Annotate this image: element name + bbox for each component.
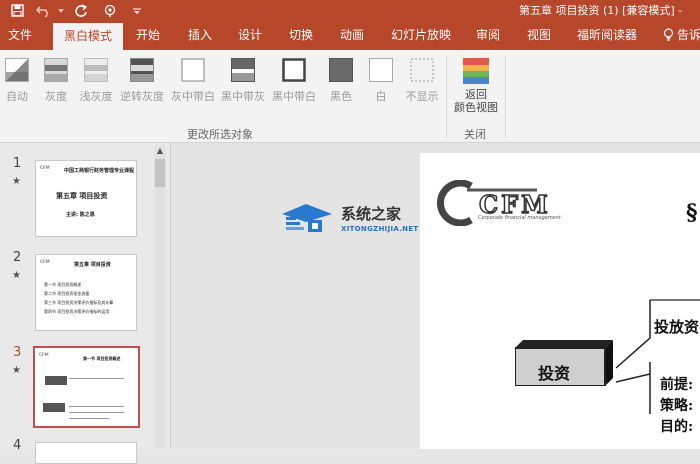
save-icon[interactable] — [6, 0, 28, 21]
slide-thumbnail-3[interactable]: CFM 第一节 项目投资概述 — [33, 346, 140, 428]
grayscale-icon — [44, 58, 68, 82]
thumb-title: 第五章 项目投资 — [74, 262, 111, 268]
tab-review[interactable]: 审阅 — [468, 21, 508, 50]
slide-text-purpose: 目的: — [660, 419, 694, 435]
thumb-line — [69, 418, 109, 419]
scroll-up-icon[interactable]: ▲ — [154, 145, 166, 157]
thumb-subtitle: 主讲: 陈之恩 — [66, 212, 95, 218]
slide-number: 4 — [13, 438, 22, 453]
thumb-line — [69, 406, 124, 407]
group-label-close: 关闭 — [464, 128, 486, 141]
touch-mode-icon[interactable] — [100, 0, 122, 21]
gray-with-white-label: 灰中带白 — [171, 90, 215, 103]
scrollbar-thumb[interactable] — [155, 159, 165, 187]
star-icon: ★ — [12, 176, 21, 187]
slide-number: 3 — [13, 345, 22, 360]
back-to-color-view-button[interactable]: 返回 颜色视图 — [450, 58, 502, 114]
tab-file[interactable]: 文件 — [0, 21, 40, 50]
star-icon: ★ — [12, 270, 21, 281]
thumb-title: 第一节 项目投资概述 — [83, 356, 121, 361]
auto-icon — [5, 58, 29, 82]
redo-icon[interactable] — [70, 0, 92, 21]
back-line-1: 返回 — [465, 88, 487, 101]
thumbnail-scrollbar[interactable]: ▲ — [154, 145, 166, 449]
thumb-line — [69, 378, 124, 379]
ribbon-tab-bar: 文件 黑白模式 开始 插入 设计 切换 动画 幻灯片放映 审阅 视图 福昕阅读器… — [0, 21, 700, 50]
thumb-logo: CFM — [40, 165, 50, 170]
slide-thumbnail-2[interactable]: CFM 第五章 项目投资 第一节 项目投资概述 第二节 项目投资现金流量 第三节… — [35, 254, 137, 331]
black-with-gray-label: 黑中带灰 — [221, 90, 265, 103]
group-label-change-selected: 更改所选对象 — [187, 128, 253, 141]
ribbon-panel: 自动 灰度 浅灰度 逆转灰度 灰中带白 黑中带灰 黑中带白 黑色 白 不显示 更… — [0, 50, 700, 143]
dont-show-label: 不显示 — [405, 90, 439, 103]
inverse-grayscale-label: 逆转灰度 — [120, 90, 164, 103]
tab-home[interactable]: 开始 — [128, 21, 168, 50]
slide-thumbnail-1[interactable]: CFM 中国工商银行财务管理专业课程 第五章 项目投资 主讲: 陈之恩 — [35, 160, 137, 237]
thumb-box — [43, 403, 65, 412]
gray-with-white-button[interactable]: 灰中带白 — [171, 58, 215, 104]
group-separator — [505, 56, 506, 138]
black-with-white-icon — [282, 58, 306, 82]
title-bar: 第五章 项目投资 (1) [兼容模式] - — [0, 0, 700, 21]
tab-animations[interactable]: 动画 — [332, 21, 372, 50]
back-line-2: 颜色视图 — [454, 101, 498, 114]
thumb-item: 第一节 项目投资概述 — [44, 282, 82, 287]
section-mark: § — [686, 200, 698, 226]
thumb-item: 第四节 项目投资决策评价指标的运用 — [44, 309, 110, 314]
tab-foxit-reader[interactable]: 福昕阅读器 — [574, 21, 640, 50]
group-separator — [446, 56, 447, 138]
watermark-url: XITONGZHIJIA.NET — [341, 225, 419, 233]
tab-slideshow[interactable]: 幻灯片放映 — [388, 21, 454, 50]
thumb-logo: CFM — [40, 259, 50, 264]
watermark-name: 系统之家 — [341, 205, 402, 223]
slide-text-invest: 投放资 — [654, 318, 700, 336]
star-icon: ★ — [12, 365, 21, 376]
thumb-line — [69, 412, 124, 413]
inverse-grayscale-button[interactable]: 逆转灰度 — [120, 58, 164, 104]
undo-dropdown-icon[interactable] — [50, 0, 72, 21]
thumb-title: 第五章 项目投资 — [56, 192, 108, 200]
dont-show-icon — [410, 58, 434, 82]
customize-icon[interactable] — [126, 0, 148, 21]
dont-show-button[interactable]: 不显示 — [404, 58, 440, 104]
slide-text-premise: 前提: — [660, 377, 694, 393]
slide-text-strategy: 策略: — [660, 398, 694, 414]
gray-with-white-icon — [181, 58, 205, 82]
slide-thumbnail-4[interactable] — [35, 442, 137, 464]
thumb-box — [45, 376, 67, 385]
inverse-grayscale-icon — [130, 58, 154, 82]
black-icon — [329, 58, 353, 82]
investment-box-label: 投资 — [538, 364, 571, 383]
thumb-item: 第三节 项目投资决策评价指标及其计算 — [44, 300, 114, 305]
tab-grayscale-mode[interactable]: 黑白模式 — [53, 23, 123, 50]
watermark-logo-icon — [276, 200, 336, 240]
color-view-icon — [463, 58, 489, 84]
black-with-gray-button[interactable]: 黑中带灰 — [221, 58, 265, 104]
tab-transitions[interactable]: 切换 — [281, 21, 321, 50]
slide-number: 2 — [13, 250, 22, 265]
tab-tell-me[interactable]: 告诉 — [677, 21, 700, 50]
black-with-white-button[interactable]: 黑中带白 — [272, 58, 316, 104]
tab-view[interactable]: 视图 — [519, 21, 559, 50]
thumb-item: 第二节 项目投资现金流量 — [44, 291, 90, 296]
tell-me-icon[interactable] — [662, 21, 674, 50]
thumb-header: 中国工商银行财务管理专业课程 — [64, 168, 135, 174]
document-title: 第五章 项目投资 (1) [兼容模式] - — [519, 4, 683, 17]
light-grayscale-icon — [84, 58, 108, 82]
white-icon — [369, 58, 393, 82]
cfm-logo-subtitle: Corporate financial management — [478, 215, 561, 221]
black-with-gray-icon — [231, 58, 255, 82]
light-grayscale-button[interactable]: 浅灰度 — [78, 58, 114, 104]
tab-insert[interactable]: 插入 — [180, 21, 220, 50]
slide-number: 1 — [13, 156, 22, 171]
thumb-logo: CFM — [39, 352, 49, 357]
tab-design[interactable]: 设计 — [230, 21, 270, 50]
